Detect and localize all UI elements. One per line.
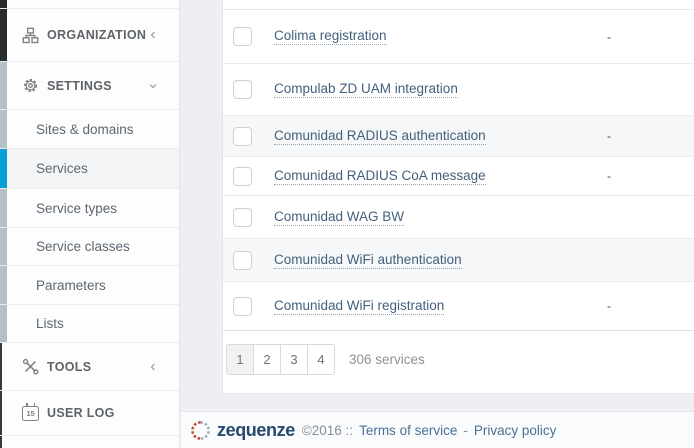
service-link[interactable]: Colima registration bbox=[274, 28, 387, 45]
chevron-left-icon bbox=[147, 29, 159, 41]
sidebar-section-label: USER LOG bbox=[47, 406, 115, 420]
sidebar-section-organization[interactable]: ORGANIZATION bbox=[0, 9, 179, 62]
row-extra-value: - bbox=[607, 129, 611, 143]
service-link[interactable]: Comunidad WiFi authentication bbox=[274, 252, 462, 269]
table-header-partial bbox=[223, 0, 694, 10]
collapsed-panel-strip bbox=[0, 0, 7, 8]
sidebar: ORGANIZATION SETTINGS bbox=[0, 0, 180, 448]
collapsed-panel-strip bbox=[0, 9, 7, 61]
menu-strip bbox=[0, 266, 7, 304]
panel-edge bbox=[0, 391, 2, 435]
sidebar-item-service-types[interactable]: Service types bbox=[0, 189, 179, 228]
service-link[interactable]: Compulab ZD UAM integration bbox=[274, 81, 458, 98]
footer-link-separator: - bbox=[463, 423, 468, 438]
active-menu-strip bbox=[0, 149, 7, 188]
table-row: Colima registration - bbox=[223, 10, 694, 64]
page-button-1[interactable]: 1 bbox=[226, 344, 254, 375]
service-link[interactable]: Comunidad WiFi registration bbox=[274, 298, 444, 315]
service-link[interactable]: Comunidad RADIUS CoA message bbox=[274, 168, 486, 185]
table-row: Comunidad RADIUS CoA message - bbox=[223, 157, 694, 196]
sidebar-item-label: Service classes bbox=[36, 239, 130, 254]
service-link[interactable]: Comunidad RADIUS authentication bbox=[274, 128, 486, 145]
sidebar-item-partial-top bbox=[0, 0, 179, 9]
chevron-down-icon bbox=[147, 80, 159, 92]
chevron-left-icon bbox=[147, 361, 159, 373]
page-button-2[interactable]: 2 bbox=[253, 344, 281, 375]
sidebar-item-services-active[interactable]: Services bbox=[0, 149, 179, 189]
row-checkbox[interactable] bbox=[233, 80, 252, 99]
row-checkbox[interactable] bbox=[233, 27, 252, 46]
sidebar-item-label: Lists bbox=[36, 316, 64, 331]
page-footer: zequenze ©2016 :: Terms of service - Pri… bbox=[181, 411, 694, 448]
sidebar-section-label: ORGANIZATION bbox=[47, 28, 146, 42]
copyright-text: ©2016 :: bbox=[302, 423, 353, 438]
sidebar-item-label: Services bbox=[36, 161, 88, 176]
sidebar-item-label: Sites & domains bbox=[36, 122, 134, 137]
row-checkbox[interactable] bbox=[233, 127, 252, 146]
row-extra-value: - bbox=[607, 30, 611, 44]
sidebar-section-user-log[interactable]: 15 USER LOG bbox=[0, 391, 179, 436]
terms-of-service-link[interactable]: Terms of service bbox=[359, 423, 457, 438]
sidebar-item-lists[interactable]: Lists bbox=[0, 305, 179, 343]
panel-edge bbox=[0, 436, 2, 448]
pagination: 1 2 3 4 306 services bbox=[223, 331, 694, 393]
panel-edge bbox=[0, 343, 2, 390]
service-link[interactable]: Comunidad WAG BW bbox=[274, 209, 404, 226]
sidebar-section-settings[interactable]: SETTINGS bbox=[0, 62, 179, 110]
page-button-4[interactable]: 4 bbox=[307, 344, 335, 375]
menu-strip bbox=[0, 110, 7, 148]
sitemap-icon bbox=[22, 27, 39, 44]
services-count-label: 306 services bbox=[349, 352, 425, 367]
sidebar-section-label: TOOLS bbox=[47, 360, 91, 374]
sidebar-section-tools[interactable]: TOOLS bbox=[0, 343, 179, 391]
privacy-policy-link[interactable]: Privacy policy bbox=[474, 423, 557, 438]
row-extra-value: - bbox=[607, 299, 611, 313]
row-checkbox[interactable] bbox=[233, 208, 252, 227]
table-row: Compulab ZD UAM integration bbox=[223, 64, 694, 116]
sidebar-item-service-classes[interactable]: Service classes bbox=[0, 228, 179, 266]
sidebar-section-label: SETTINGS bbox=[47, 79, 112, 93]
table-row: Comunidad WiFi registration - bbox=[223, 282, 694, 331]
table-row: Comunidad WiFi authentication bbox=[223, 239, 694, 282]
pagination-button-group: 1 2 3 4 bbox=[226, 344, 335, 375]
table-row: Comunidad RADIUS authentication - bbox=[223, 116, 694, 157]
sidebar-item-label: Service types bbox=[36, 201, 117, 216]
gear-icon bbox=[22, 77, 39, 94]
menu-strip bbox=[0, 189, 7, 227]
calendar-icon: 15 bbox=[22, 405, 39, 422]
row-checkbox[interactable] bbox=[233, 167, 252, 186]
table-row: Comunidad WAG BW bbox=[223, 196, 694, 239]
sidebar-item-sites-domains[interactable]: Sites & domains bbox=[0, 110, 179, 149]
brand-name: zequenze bbox=[217, 420, 295, 441]
sidebar-item-partial-bottom bbox=[0, 436, 179, 448]
menu-strip bbox=[0, 228, 7, 265]
menu-strip bbox=[0, 62, 7, 109]
services-table-card: Colima registration - Compulab ZD UAM in… bbox=[222, 0, 694, 394]
row-extra-value: - bbox=[607, 169, 611, 183]
tools-icon bbox=[22, 358, 39, 375]
menu-strip bbox=[0, 305, 7, 342]
calendar-day-number: 15 bbox=[26, 409, 34, 418]
page-button-3[interactable]: 3 bbox=[280, 344, 308, 375]
app-window: ORGANIZATION SETTINGS bbox=[0, 0, 694, 448]
sidebar-item-parameters[interactable]: Parameters bbox=[0, 266, 179, 305]
sidebar-item-label: Parameters bbox=[36, 278, 106, 293]
zequenze-logo-icon bbox=[190, 420, 211, 441]
row-checkbox[interactable] bbox=[233, 251, 252, 270]
row-checkbox[interactable] bbox=[233, 297, 252, 316]
